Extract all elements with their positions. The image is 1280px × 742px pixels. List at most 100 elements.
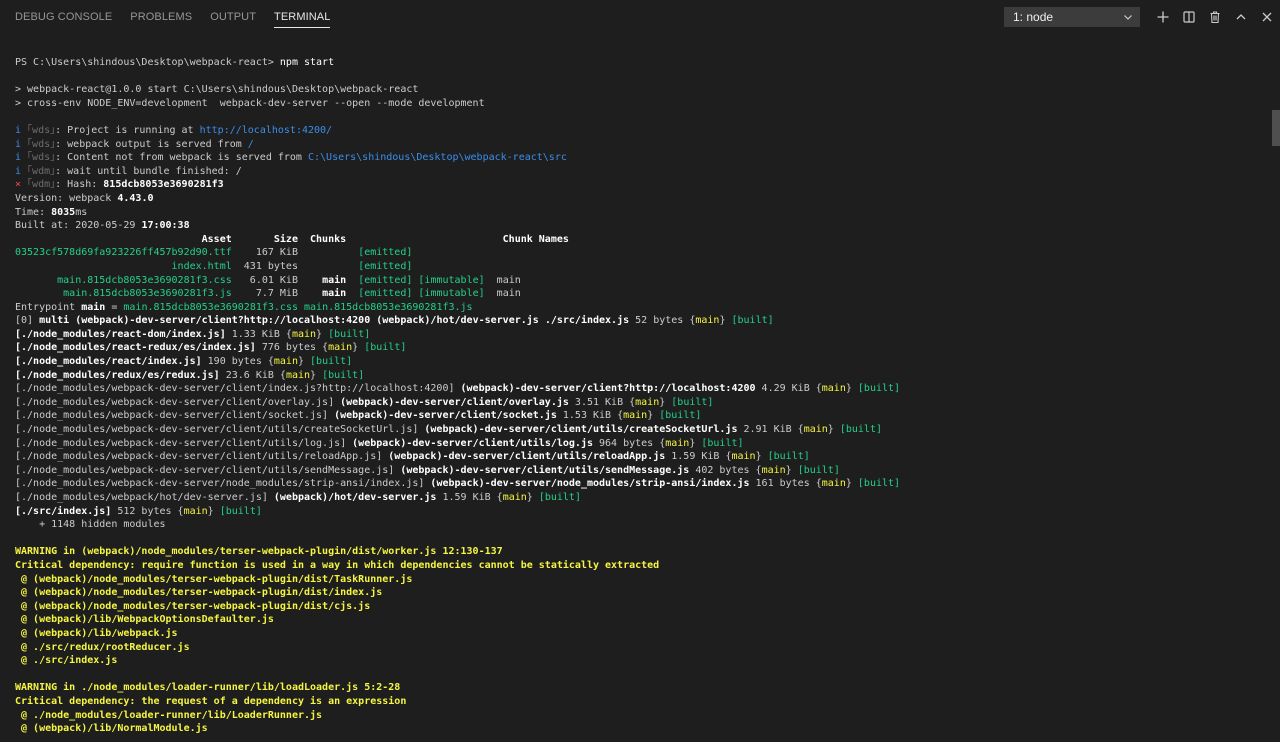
- tab-output[interactable]: OUTPUT: [201, 0, 265, 34]
- terminal-text: main: [273, 356, 298, 368]
- terminal-text: 52 bytes {: [629, 315, 696, 327]
- terminal-text: Version: webpack: [15, 192, 118, 204]
- terminal-line: Time: 8035ms: [15, 206, 1272, 220]
- terminal-text: 402 bytes {: [689, 464, 762, 476]
- terminal-text: 1.59 KiB {: [436, 492, 503, 503]
- terminal-text: }: [647, 410, 660, 422]
- terminal-line: [./node_modules/react/index.js] 190 byte…: [15, 355, 1272, 369]
- terminal-text: + 1148 hidden modules: [15, 519, 166, 531]
- terminal-line: @ (webpack)/node_modules/terser-webpack-…: [15, 600, 1272, 614]
- terminal-select[interactable]: 1: node: [1004, 7, 1140, 27]
- terminal-text: [built]: [857, 478, 901, 490]
- terminal-text: : Project is running at: [55, 124, 200, 136]
- terminal-scrollbar[interactable]: [1272, 34, 1280, 742]
- terminal-text: [built]: [219, 505, 262, 517]
- tab-debug-console[interactable]: DEBUG CONSOLE: [6, 0, 121, 34]
- terminal-line: [0] multi (webpack)-dev-server/client?ht…: [15, 314, 1272, 328]
- terminal-text: [emitted] [immutable]: [358, 288, 485, 300]
- close-icon: [1262, 12, 1272, 22]
- terminal-text: @ (webpack)/node_modules/terser-webpack-…: [15, 573, 413, 585]
- terminal-text: main: [695, 315, 720, 327]
- terminal-text: }: [845, 383, 858, 395]
- tab-terminal[interactable]: TERMINAL: [265, 0, 339, 34]
- terminal-text: Asset Size Chunks Chunk Names: [15, 233, 569, 245]
- kill-terminal-button[interactable]: [1202, 0, 1228, 34]
- terminal-text: [./node_modules/webpack-dev-server/clien…: [15, 451, 383, 463]
- terminal-text: [built]: [671, 396, 714, 408]
- terminal-line: @ (webpack)/lib/webpack.js: [15, 627, 1272, 641]
- terminal-line: i ｢wds｣: Content not from webpack is ser…: [15, 151, 1272, 165]
- terminal-text: 964 bytes {: [592, 437, 666, 449]
- terminal-text: ms: [75, 206, 88, 218]
- terminal-text: (webpack)-dev-server/client/utils/sendMe…: [394, 464, 690, 476]
- terminal-text: main: [328, 342, 353, 354]
- terminal-line: WARNING in (webpack)/node_modules/terser…: [15, 545, 1272, 559]
- split-terminal-button[interactable]: [1176, 0, 1202, 34]
- terminal-line: > cross-env NODE_ENV=development webpack…: [15, 97, 1272, 111]
- terminal-text: ×: [15, 179, 28, 191]
- close-panel-button[interactable]: [1254, 0, 1280, 34]
- terminal-text: WARNING in (webpack)/node_modules/terser…: [15, 546, 503, 558]
- terminal-text: ｢wds｣: [27, 152, 56, 164]
- terminal-text: (webpack)-dev-server/client/utils/create…: [418, 424, 738, 436]
- terminal-text: > webpack-react@1.0.0 start C:\Users\shi…: [15, 84, 419, 96]
- terminal-text: [built]: [538, 492, 581, 503]
- terminal-text: 1.33 KiB {: [225, 328, 292, 340]
- terminal-output[interactable]: PS C:\Users\shindous\Desktop\webpack-rea…: [0, 34, 1272, 742]
- terminal-text: (webpack)-dev-server/client/overlay.js: [334, 396, 569, 408]
- terminal-text: [built]: [767, 451, 810, 463]
- new-terminal-button[interactable]: [1150, 0, 1176, 34]
- panel-actions: 1: node: [1004, 0, 1280, 34]
- terminal-text: ｢wdm｣: [27, 179, 56, 191]
- terminal-line: i ｢wds｣: webpack output is served from /: [15, 138, 1272, 152]
- terminal-text: [built]: [322, 369, 365, 381]
- terminal-text: 776 bytes {: [255, 342, 329, 354]
- terminal-text: Critical dependency: the request of a de…: [15, 695, 407, 707]
- terminal-line: @ (webpack)/lib/NormalModule.js: [15, 722, 1272, 736]
- terminal-text: @ ./src/redux/rootReducer.js: [15, 641, 190, 653]
- maximize-panel-button[interactable]: [1228, 0, 1254, 34]
- terminal-text: Time:: [15, 206, 52, 218]
- terminal-text: ｢wds｣: [27, 124, 56, 136]
- terminal-line: [./node_modules/redux/es/redux.js] 23.6 …: [15, 369, 1272, 383]
- terminal-text: main: [665, 437, 690, 449]
- terminal-line: [./node_modules/webpack-dev-server/clien…: [15, 409, 1272, 423]
- terminal-text: }: [689, 437, 702, 449]
- terminal-line: [./node_modules/webpack-dev-server/node_…: [15, 477, 1272, 491]
- chevron-down-icon: [1124, 15, 1132, 20]
- terminal-text: }: [659, 396, 672, 408]
- terminal-text: 1.59 KiB {: [665, 451, 732, 463]
- terminal-text: [./node_modules/webpack-dev-server/clien…: [15, 464, 395, 476]
- terminal-text: @ (webpack)/lib/WebpackOptionsDefaulter.…: [15, 614, 274, 626]
- terminal-line: Critical dependency: the request of a de…: [15, 695, 1272, 709]
- terminal-text: : wait until bundle finished: /: [55, 165, 242, 177]
- terminal-text: [built]: [364, 342, 407, 354]
- scrollbar-thumb[interactable]: [1272, 110, 1280, 146]
- terminal-line: PS C:\Users\shindous\Desktop\webpack-rea…: [15, 56, 1272, 70]
- terminal-text: main: [484, 274, 521, 286]
- terminal-text: [./node_modules/webpack-dev-server/clien…: [15, 437, 347, 449]
- terminal-text: @ (webpack)/node_modules/terser-webpack-…: [15, 587, 383, 599]
- terminal-text: }: [297, 356, 311, 368]
- terminal-text: C:\Users\shindous\Desktop\webpack-react\…: [307, 152, 567, 164]
- terminal-line: Built at: 2020-05-29 17:00:38: [15, 219, 1272, 233]
- terminal-text: 431 bytes: [231, 260, 359, 272]
- terminal-text: main: [183, 505, 208, 517]
- terminal-text: main: [635, 396, 660, 408]
- terminal-text: main: [285, 369, 311, 381]
- terminal-text: @ (webpack)/lib/NormalModule.js: [15, 723, 208, 735]
- split-icon: [1183, 11, 1195, 23]
- terminal-text: Entrypoint: [15, 301, 82, 313]
- terminal-line: main.815dcb8053e3690281f3.css 6.01 KiB m…: [15, 274, 1272, 288]
- terminal-text: [built]: [857, 383, 901, 395]
- terminal-text: }: [827, 424, 840, 436]
- terminal-text: 23.6 KiB {: [219, 369, 286, 381]
- terminal-text: main: [291, 328, 317, 340]
- terminal-text: /: [247, 138, 254, 150]
- tab-problems[interactable]: PROBLEMS: [121, 0, 201, 34]
- terminal-text: [emitted]: [358, 260, 413, 272]
- terminal-text: [./node_modules/react-redux/es/index.js]: [15, 342, 256, 354]
- terminal-text: =: [105, 301, 124, 313]
- terminal-text: }: [719, 315, 732, 327]
